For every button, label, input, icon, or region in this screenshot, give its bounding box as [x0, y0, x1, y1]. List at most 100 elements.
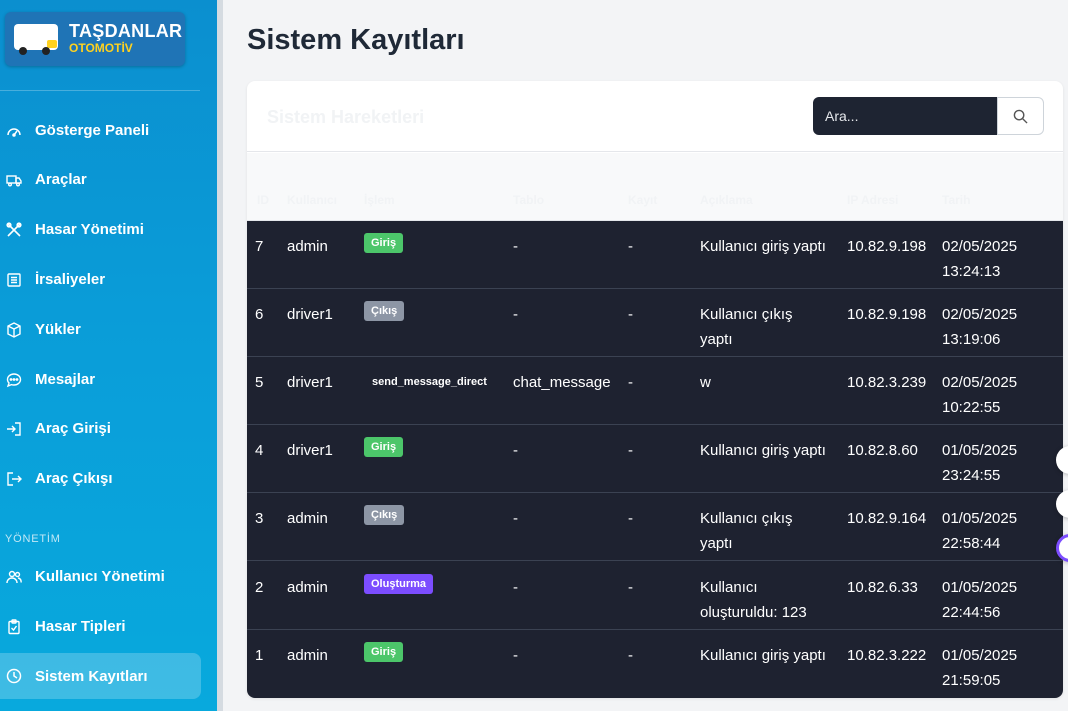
action-badge: Giriş: [364, 233, 404, 253]
cell-date: 02/05/2025: [942, 238, 1018, 255]
header-record[interactable]: Kayıt: [628, 193, 657, 207]
sidebar-item-loads[interactable]: Yükler: [0, 307, 201, 352]
sidebar: TAŞDANLAR OTOMOTİV Gösterge Paneli Araçl…: [0, 0, 217, 711]
tools-icon: [5, 221, 23, 239]
cell-user: driver1: [287, 306, 333, 323]
card-title: Sistem Hareketleri: [267, 107, 425, 127]
cell-record: -: [628, 647, 633, 664]
cell-table: -: [513, 579, 518, 596]
cell-description: Kullanıcı: [700, 579, 758, 596]
header-id[interactable]: ID: [257, 193, 269, 207]
enter-icon: [5, 420, 23, 438]
cell-description: Kullanıcı çıkış: [700, 510, 793, 527]
header-description[interactable]: Açıklama: [700, 193, 753, 207]
cell-user: driver1: [287, 442, 333, 459]
cell-description: Kullanıcı giriş yaptı: [700, 238, 826, 255]
sidebar-item-waybills[interactable]: İrsaliyeler: [0, 257, 201, 302]
header-action[interactable]: İşlem: [364, 193, 395, 207]
table-row[interactable]: 7 admin Giriş - - Kullanıcı giriş yaptı …: [247, 221, 1063, 289]
table-row[interactable]: 6 driver1 Çıkış - - Kullanıcı çıkış yapt…: [247, 289, 1063, 357]
cell-id: 3: [255, 510, 264, 527]
cell-record: -: [628, 579, 633, 596]
cell-ip: 10.82.3.239: [847, 374, 927, 391]
search-button[interactable]: [997, 97, 1044, 135]
cell-user: admin: [287, 647, 328, 664]
action-badge: Çıkış: [364, 301, 405, 321]
cell-id: 5: [255, 374, 264, 391]
cell-description: Kullanıcı giriş yaptı: [700, 442, 826, 459]
sidebar-item-vehicle-entry[interactable]: Araç Girişi: [0, 406, 201, 451]
cell-date: 02/05/2025: [942, 374, 1018, 391]
brand-name: TAŞDANLAR: [69, 21, 183, 41]
clipboard-icon: [5, 618, 23, 636]
sidebar-item-label: İrsaliyeler: [35, 271, 106, 288]
chat-icon: [5, 371, 23, 389]
card-header: Sistem Hareketleri: [247, 81, 1063, 152]
action-badge: Oluşturma: [364, 574, 434, 594]
sidebar-item-vehicles[interactable]: Araçlar: [0, 157, 201, 202]
box-icon: [5, 321, 23, 339]
exit-icon: [5, 470, 23, 488]
cell-id: 2: [255, 579, 264, 596]
cell-time: 13:24:13: [942, 263, 1001, 280]
cell-record: -: [628, 306, 633, 323]
sidebar-item-label: Hasar Tipleri: [35, 618, 126, 635]
clock-icon: [5, 667, 23, 685]
cell-date: 01/05/2025: [942, 647, 1018, 664]
sidebar-item-label: Kullanıcı Yönetimi: [35, 568, 165, 585]
sidebar-scroll-edge: [217, 0, 223, 711]
cell-time: 13:19:06: [942, 331, 1001, 348]
action-badge: Giriş: [364, 642, 404, 662]
header-ip[interactable]: IP Adresi: [847, 193, 898, 207]
cell-description-cont: yaptı: [700, 331, 733, 348]
sidebar-item-damage-types[interactable]: Hasar Tipleri: [0, 604, 201, 649]
sidebar-item-messages[interactable]: Mesajlar: [0, 357, 201, 402]
sidebar-item-label: Yükler: [35, 321, 81, 338]
sidebar-item-system-logs[interactable]: Sistem Kayıtları: [0, 653, 201, 699]
table-row[interactable]: 2 admin Oluşturma - - Kullanıcı oluşturu…: [247, 562, 1063, 630]
list-icon: [5, 271, 23, 289]
table-row[interactable]: 1 admin Giriş - - Kullanıcı giriş yaptı …: [247, 630, 1063, 698]
table-header: ID Kullanıcı İşlem Tablo Kayıt Açıklama …: [247, 153, 1063, 221]
cell-table: -: [513, 647, 518, 664]
cell-table: -: [513, 238, 518, 255]
action-badge: Giriş: [364, 437, 404, 457]
cell-id: 6: [255, 306, 264, 323]
sidebar-item-users[interactable]: Kullanıcı Yönetimi: [0, 554, 201, 599]
cell-ip: 10.82.9.198: [847, 238, 927, 255]
header-date[interactable]: Tarih: [942, 193, 970, 207]
table-row[interactable]: 5 driver1 send_message_direct chat_messa…: [247, 357, 1063, 425]
truck-logo-icon: [14, 24, 58, 55]
sidebar-item-dashboard[interactable]: Gösterge Paneli: [0, 108, 201, 153]
cell-description-cont: oluşturuldu: 123: [700, 604, 807, 621]
cell-id: 4: [255, 442, 264, 459]
header-user[interactable]: Kullanıcı: [287, 193, 337, 207]
sidebar-item-damage[interactable]: Hasar Yönetimi: [0, 207, 201, 252]
cell-time: 22:44:56: [942, 604, 1001, 621]
cell-user: admin: [287, 579, 328, 596]
action-badge: send_message_direct: [372, 376, 487, 388]
cell-user: driver1: [287, 374, 333, 391]
sidebar-item-label: Mesajlar: [35, 371, 96, 388]
table-row[interactable]: 4 driver1 Giriş - - Kullanıcı giriş yapt…: [247, 425, 1063, 493]
sidebar-item-label: Hasar Yönetimi: [35, 221, 144, 238]
users-icon: [5, 568, 23, 586]
cell-time: 22:58:44: [942, 535, 1001, 552]
search-input[interactable]: [813, 97, 997, 135]
cell-ip: 10.82.9.198: [847, 306, 927, 323]
cell-user: admin: [287, 510, 328, 527]
sidebar-item-label: Araçlar: [35, 171, 87, 188]
sidebar-item-vehicle-exit[interactable]: Araç Çıkışı: [0, 456, 201, 501]
header-table[interactable]: Tablo: [513, 193, 544, 207]
cell-record: -: [628, 510, 633, 527]
sidebar-item-label: Araç Çıkışı: [35, 470, 113, 487]
brand-subtitle: OTOMOTİV: [69, 41, 133, 55]
cell-time: 10:22:55: [942, 399, 1001, 416]
brand-logo[interactable]: TAŞDANLAR OTOMOTİV: [5, 12, 185, 66]
cell-ip: 10.82.3.222: [847, 647, 927, 664]
table-row[interactable]: 3 admin Çıkış - - Kullanıcı çıkış yaptı …: [247, 493, 1063, 561]
cell-date: 01/05/2025: [942, 442, 1018, 459]
cell-table: chat_message: [513, 374, 611, 391]
logs-card: Sistem Hareketleri ID Kullanıcı İşlem Ta…: [247, 81, 1063, 698]
cell-table: -: [513, 306, 518, 323]
